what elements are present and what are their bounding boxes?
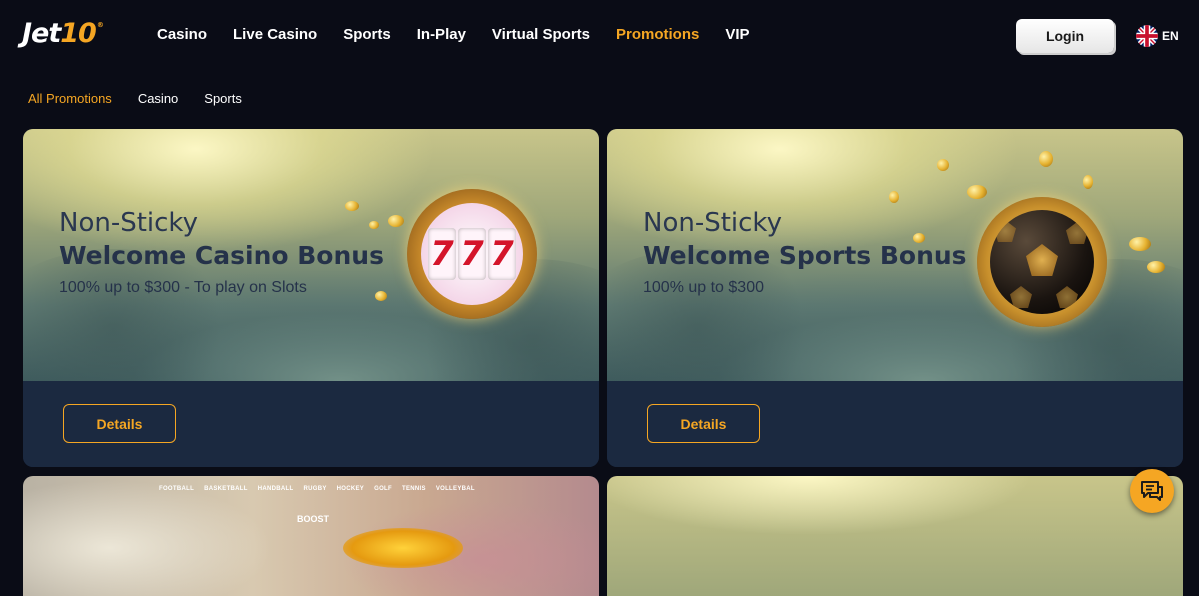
slot-reel: 7 [488,228,516,280]
details-button-casino[interactable]: Details [63,404,176,443]
top-header: Jet 10 ® Casino Live Casino Sports In-Play… [0,0,1199,72]
gold-graphic [343,528,463,568]
slot-777-icon: 7 7 7 [407,189,537,319]
sport-tab: FOOTBALL [159,486,195,492]
sport-tab: RUGBY [303,486,327,492]
filter-casino[interactable]: Casino [138,91,178,106]
nav-item-virtual-sports[interactable]: Virtual Sports [492,26,590,43]
nav-item-promotions[interactable]: Promotions [616,26,699,43]
details-button-sports[interactable]: Details [647,404,760,443]
promo-text-casino: Non-Sticky Welcome Casino Bonus 100% up … [59,207,384,297]
promo-footer: Details [607,381,1183,467]
slot-reel: 7 [458,228,486,280]
logo-registered-mark: ® [96,21,104,29]
promo-banner-sports[interactable]: Non-Sticky Welcome Sports Bonus 100% up … [607,129,1183,419]
logo-main-text: Jet [22,18,61,49]
language-selector[interactable]: EN [1136,25,1179,47]
promo-footer: Details [23,381,599,467]
promo-card-boost[interactable]: FOOTBALL BASKETBALL HANDBALL RUGBY HOCKE… [23,476,599,596]
boost-label: BOOST [297,514,330,524]
nav-item-in-play[interactable]: In-Play [417,26,466,43]
sport-tabs: FOOTBALL BASKETBALL HANDBALL RUGBY HOCKE… [159,486,475,492]
nav-item-vip[interactable]: VIP [725,26,749,43]
sport-tab: VOLLEYBAL [435,486,475,492]
sport-tab: GOLF [374,486,392,492]
chat-icon [1141,481,1163,501]
promo-card-casino: 7 7 7 Non-Sticky Welcome Casino Bonus 10… [23,129,599,467]
nav-item-sports[interactable]: Sports [343,26,391,43]
promo-subtitle: Non-Sticky [643,208,782,238]
live-chat-button[interactable] [1130,469,1174,513]
sport-tab: HOCKEY [336,486,365,492]
promotions-filter-nav: All Promotions Casino Sports [28,91,268,106]
logo-accent-text: 10 [60,18,97,49]
login-button[interactable]: Login [1016,19,1114,53]
promo-banner-casino[interactable]: 7 7 7 Non-Sticky Welcome Casino Bonus 10… [23,129,599,419]
football-icon [977,197,1107,327]
nav-item-live-casino[interactable]: Live Casino [233,26,317,43]
jet10-logo[interactable]: Jet 10 ® [22,18,104,52]
sport-tab: TENNIS [402,486,426,492]
nav-item-casino[interactable]: Casino [157,26,207,43]
promo-description: 100% up to $300 - To play on Slots [59,279,307,296]
main-nav: Casino Live Casino Sports In-Play Virtua… [157,26,776,43]
promo-card-next[interactable] [607,476,1183,596]
filter-sports[interactable]: Sports [204,91,242,106]
filter-all-promotions[interactable]: All Promotions [28,91,112,106]
sport-tab: BASKETBALL [204,486,248,492]
promo-card-sports: Non-Sticky Welcome Sports Bonus 100% up … [607,129,1183,467]
language-code: EN [1162,29,1179,43]
promo-subtitle: Non-Sticky [59,208,198,238]
promo-title: Welcome Sports Bonus [643,241,967,270]
promo-text-sports: Non-Sticky Welcome Sports Bonus 100% up … [643,207,967,297]
uk-flag-icon [1136,25,1158,47]
promo-description: 100% up to $300 [643,279,764,296]
sport-tab: HANDBALL [257,486,294,492]
promo-title: Welcome Casino Bonus [59,241,384,270]
slot-reel: 7 [428,228,456,280]
